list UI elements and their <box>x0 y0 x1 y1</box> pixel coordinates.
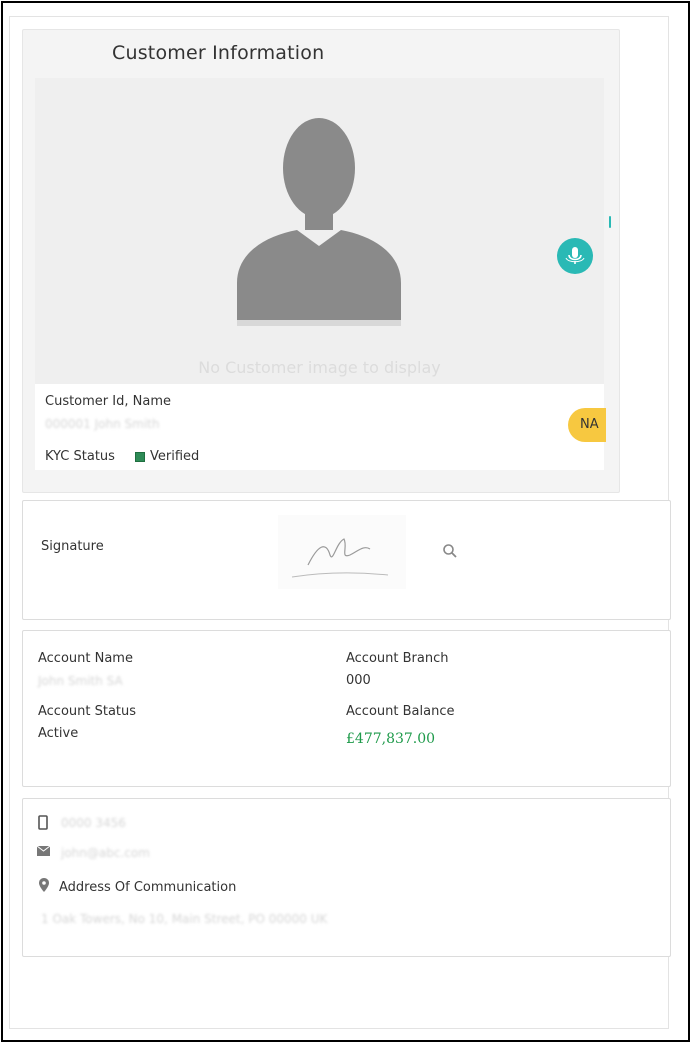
account-balance-value: £477,837.00 <box>346 731 436 747</box>
account-branch-value: 000 <box>346 673 371 688</box>
customer-id-label: Customer Id, Name <box>45 394 171 409</box>
customer-id-value: 000001 John Smith <box>45 417 160 431</box>
signature-image[interactable] <box>278 515 406 589</box>
microphone-icon <box>565 247 585 264</box>
signature-label: Signature <box>41 539 104 554</box>
kyc-status-value: Verified <box>135 449 199 464</box>
account-branch-label: Account Branch <box>346 651 449 666</box>
account-name-label: Account Name <box>38 651 133 666</box>
account-balance-label: Account Balance <box>346 704 455 719</box>
phone-value: 0000 3456 <box>61 816 126 830</box>
envelope-icon <box>37 846 50 856</box>
mobile-icon <box>38 815 48 830</box>
address-value: 1 Oak Towers, No 10, Main Street, PO 000… <box>41 912 328 926</box>
no-image-text: No Customer image to display <box>198 358 441 377</box>
email-value: john@abc.com <box>61 846 150 860</box>
account-card: Account Name John Smith SA Account Branc… <box>22 630 671 787</box>
account-status-value: Active <box>38 726 79 741</box>
map-pin-icon <box>39 878 49 892</box>
signature-card: Signature <box>22 500 671 620</box>
avatar-placeholder-icon <box>237 118 401 326</box>
search-icon[interactable] <box>442 543 458 559</box>
verified-check-icon <box>135 451 145 462</box>
microphone-button[interactable] <box>557 238 593 274</box>
account-status-label: Account Status <box>38 704 137 719</box>
kyc-verified-text: Verified <box>150 449 200 464</box>
status-badge[interactable]: NA <box>568 408 606 442</box>
signature-scribble <box>291 538 389 578</box>
customer-photo-area: No Customer image to display <box>35 78 604 384</box>
scroll-indicator <box>609 216 611 228</box>
kyc-status-label: KYC Status <box>45 449 115 464</box>
address-label: Address Of Communication <box>59 880 237 895</box>
account-name-value: John Smith SA <box>38 674 123 688</box>
contact-card: 0000 3456 john@abc.com Address Of Commun… <box>22 798 671 957</box>
customer-information-title: Customer Information <box>112 42 325 64</box>
